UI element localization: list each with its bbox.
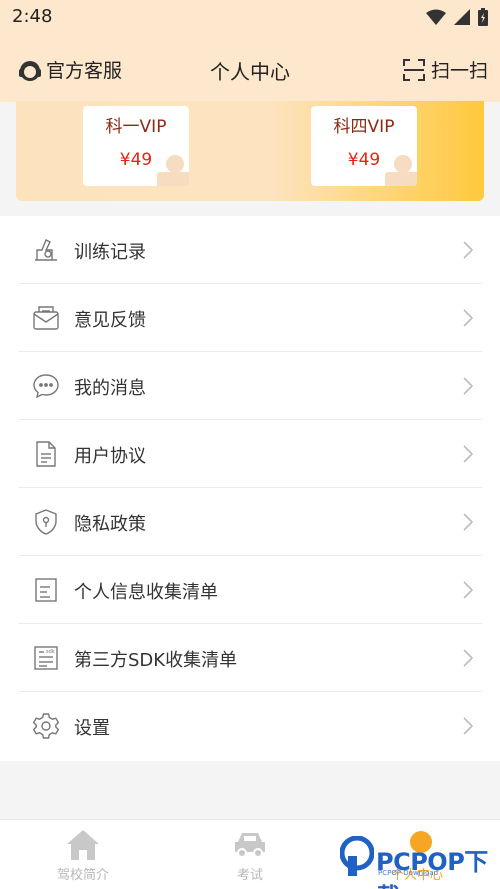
chevron-right-icon (463, 377, 474, 395)
chevron-right-icon (463, 309, 474, 327)
header: 官方客服 个人中心 扫一扫 (0, 36, 500, 102)
menu-item-personal-info-list[interactable]: 个人信息收集清单 (18, 556, 482, 624)
gear-icon (32, 713, 60, 739)
feedback-icon (33, 306, 59, 330)
chevron-right-icon (463, 445, 474, 463)
steering-wheel-icon (157, 155, 189, 186)
watermark-logo-icon (340, 836, 374, 876)
chevron-right-icon (463, 581, 474, 599)
tab-label: 驾校简介 (56, 868, 109, 883)
menu-item-settings[interactable]: 设置 (18, 692, 482, 760)
settings-menu: 训练记录 意见反馈 我的消息 用户协议 隐私政策 个人信息收集清单 sdk 第三… (0, 216, 500, 761)
menu-item-label: 意见反馈 (74, 310, 146, 331)
chevron-right-icon (463, 717, 474, 735)
svg-text:sdk: sdk (46, 649, 55, 655)
wifi-icon (426, 9, 446, 25)
menu-item-user-agreement[interactable]: 用户协议 (18, 420, 482, 488)
chevron-right-icon (463, 241, 474, 259)
scan-button[interactable]: 扫一扫 (402, 56, 488, 83)
vip-card-subject-4[interactable]: 科四VIP ¥49 (311, 106, 417, 186)
menu-item-third-party-sdk-list[interactable]: sdk 第三方SDK收集清单 (18, 624, 482, 692)
vip-card-subject-1[interactable]: 科一VIP ¥49 (83, 106, 189, 186)
watermark: PCPOP下载 PCPOP Download (340, 836, 495, 889)
menu-item-training-record[interactable]: 训练记录 (18, 216, 482, 284)
menu-item-label: 用户协议 (74, 446, 146, 467)
message-icon (33, 374, 59, 399)
scan-label: 扫一扫 (430, 60, 488, 82)
watermark-text: PCPOP下载 (376, 848, 488, 889)
status-icons (426, 8, 488, 26)
status-time: 2:48 (12, 6, 53, 27)
sdk-list-icon: sdk (34, 646, 58, 670)
menu-item-label: 个人信息收集清单 (74, 582, 218, 603)
menu-item-label: 我的消息 (74, 378, 146, 399)
tab-school-intro[interactable]: 驾校简介 (0, 820, 166, 889)
menu-item-label: 第三方SDK收集清单 (74, 650, 238, 671)
status-bar: 2:48 (0, 0, 500, 36)
chevron-right-icon (463, 649, 474, 667)
home-icon (67, 830, 99, 860)
menu-item-label: 设置 (74, 718, 110, 739)
menu-item-label: 隐私政策 (74, 514, 146, 535)
training-record-icon (35, 239, 57, 261)
chevron-right-icon (463, 513, 474, 531)
document-icon (36, 441, 56, 467)
vip-card-name: 科四VIP (333, 117, 395, 137)
vip-card-name: 科一VIP (105, 117, 167, 137)
scan-icon (402, 58, 425, 81)
menu-item-privacy-policy[interactable]: 隐私政策 (18, 488, 482, 556)
menu-item-label: 训练记录 (74, 242, 146, 263)
steering-wheel-icon (385, 155, 417, 186)
shield-icon (35, 509, 57, 535)
battery-icon (478, 8, 488, 26)
watermark-subtext: PCPOP Download (378, 869, 439, 877)
menu-item-messages[interactable]: 我的消息 (18, 352, 482, 420)
signal-icon (454, 9, 470, 25)
car-icon (235, 833, 265, 858)
vip-banner: 科一VIP ¥49 科四VIP ¥49 (16, 101, 484, 201)
menu-item-feedback[interactable]: 意见反馈 (18, 284, 482, 352)
tab-exam[interactable]: 考试 (167, 820, 333, 889)
list-icon (35, 578, 57, 602)
tab-label: 考试 (236, 868, 263, 883)
